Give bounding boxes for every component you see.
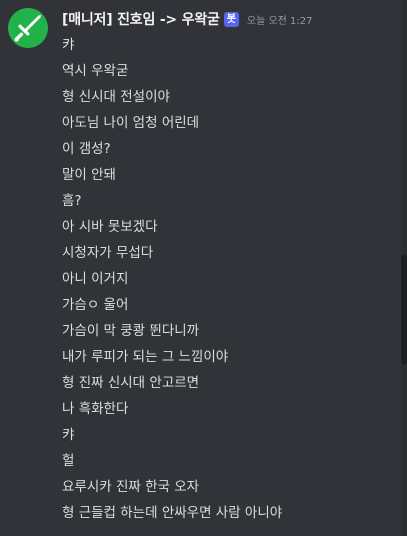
scrollbar-thumb[interactable] xyxy=(401,255,407,365)
chat-message[interactable]: [매니저] 진호임 -> 우왁굳 봇 오늘 오전 1:27 캬 역시 우왁굳 형… xyxy=(0,0,400,536)
message-content: 캬 역시 우왁굳 형 신시대 전설이야 아도님 나이 엄청 어린데 이 갬성? … xyxy=(62,32,398,526)
avatar[interactable] xyxy=(8,8,48,48)
message-line: 요루시카 진짜 한국 오자 xyxy=(62,479,200,495)
message-line: 형 근들컵 하는데 안싸우면 사람 아니야 xyxy=(62,505,283,521)
message-line: 내가 루피가 되는 그 느낌이야 xyxy=(62,349,229,365)
message-line: 형 진짜 신시대 안고르면 xyxy=(62,375,200,391)
message-line: 캬 xyxy=(62,427,75,443)
message-line: 아 시바 못보겠다 xyxy=(62,219,158,235)
message-line: 헐 xyxy=(62,453,75,469)
message-line: 나 흑화한다 xyxy=(62,401,129,417)
message-line: 아도님 나이 엄청 어린데 xyxy=(62,115,200,131)
message-line: 시청자가 무섭다 xyxy=(62,245,154,261)
message-line: 역시 우왁굳 xyxy=(62,63,129,79)
message-line: 형 신시대 전설이야 xyxy=(62,89,170,105)
message-line: 이 갬성? xyxy=(62,141,111,157)
bot-tag: 봇 xyxy=(223,11,239,27)
message-line: 캬 xyxy=(62,37,75,53)
message-line: 말이 안돼 xyxy=(62,167,116,183)
username[interactable]: [매니저] 진호임 -> 우왁굳 xyxy=(62,9,220,29)
message-line: 가슴이 막 쿵쾅 뛴다니까 xyxy=(62,323,200,339)
sword-icon xyxy=(8,8,48,48)
message-line: 흠? xyxy=(62,193,82,209)
timestamp: 오늘 오전 1:27 xyxy=(246,15,313,27)
message-line: 가슴ㅇ 울어 xyxy=(62,297,129,313)
message-header: [매니저] 진호임 -> 우왁굳 봇 오늘 오전 1:27 xyxy=(62,9,313,29)
chat-window: [매니저] 진호임 -> 우왁굳 봇 오늘 오전 1:27 캬 역시 우왁굳 형… xyxy=(0,0,407,536)
scrollbar-track[interactable] xyxy=(401,0,407,536)
message-line: 아니 이거지 xyxy=(62,271,129,287)
